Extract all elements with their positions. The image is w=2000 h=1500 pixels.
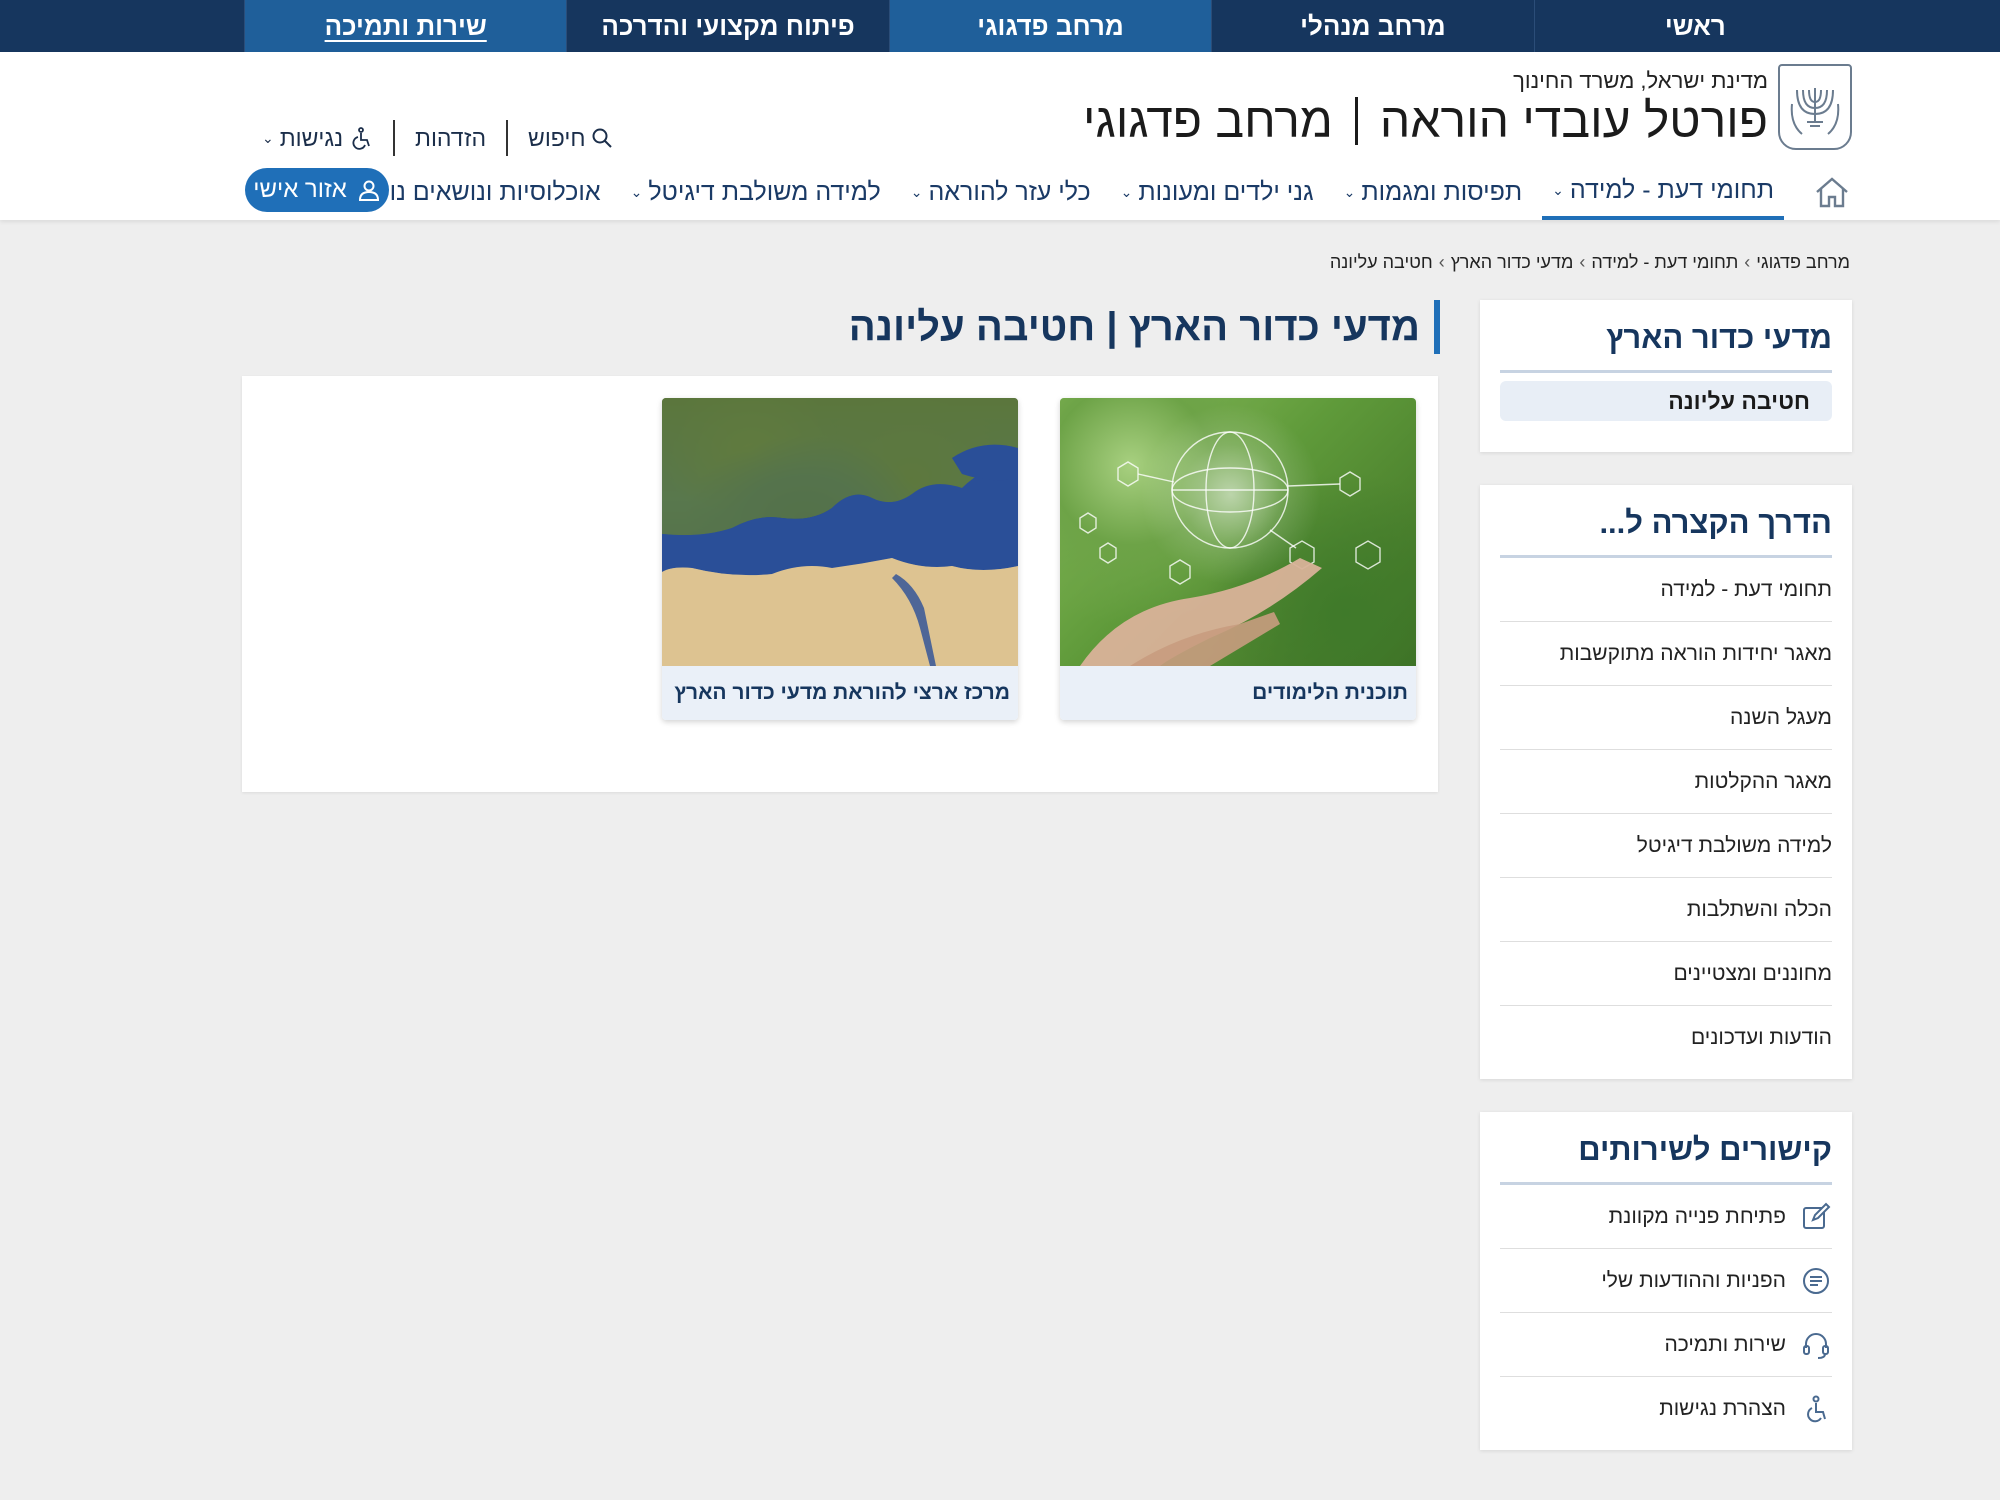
- portal-title[interactable]: פורטל עובדי הוראה מרחב פדגוגי: [1083, 94, 1768, 149]
- shortcut-link[interactable]: למידה משולבת דיגיטל: [1500, 814, 1832, 878]
- top-bar: ראשי מרחב מנהלי מרחב פדגוגי פיתוח מקצועי…: [0, 0, 2000, 52]
- nav-perceptions-trends[interactable]: תפיסות ומגמות ⌄: [1334, 164, 1533, 220]
- hands-globe-image: [1060, 398, 1416, 666]
- shortcut-link[interactable]: מעגל השנה: [1500, 686, 1832, 750]
- service-link-my-requests[interactable]: הפניות וההודעות שלי: [1500, 1249, 1832, 1313]
- service-link-accessibility-statement[interactable]: הצהרת נגישות: [1500, 1377, 1832, 1441]
- accessibility-menu[interactable]: נגישות ⌄: [242, 120, 396, 156]
- chevron-left-icon: ›: [1744, 252, 1751, 272]
- breadcrumb-item[interactable]: תחומי דעת - למידה: [1591, 252, 1738, 273]
- nav-teaching-tools[interactable]: כלי עזר להוראה ⌄: [901, 164, 1101, 220]
- utility-links: חיפוש הזדהות נגישות ⌄: [242, 118, 633, 158]
- breadcrumb-item[interactable]: מרחב פדגוגי: [1756, 252, 1850, 273]
- tile-national-center[interactable]: מרכז ארצי להוראת מדעי כדור הארץ: [662, 398, 1018, 720]
- user-icon: [358, 180, 379, 201]
- chevron-left-icon: ›: [1438, 252, 1445, 272]
- personal-area-button[interactable]: אזור אישי: [245, 168, 389, 212]
- title-separator: [1354, 97, 1358, 145]
- tile-caption: תוכנית הלימודים: [1060, 666, 1416, 720]
- tile-curriculum[interactable]: תוכנית הלימודים: [1060, 398, 1416, 720]
- chevron-down-icon: ⌄: [1343, 183, 1356, 200]
- tab-professional-development[interactable]: פיתוח מקצועי והדרכה: [566, 0, 889, 52]
- section-nav-card: מדעי כדור הארץ חטיבה עליונה: [1480, 300, 1852, 452]
- nav-fields-of-knowledge[interactable]: תחומי דעת - למידה ⌄: [1542, 164, 1784, 220]
- home-icon[interactable]: [1812, 172, 1852, 212]
- chevron-down-icon: ⌄: [630, 183, 643, 200]
- tab-service-support[interactable]: שירות ותמיכה: [243, 0, 567, 52]
- content-panel: תוכנית הלימודים מרכז ארצי להוראת מדעי כד…: [242, 376, 1438, 792]
- tab-home[interactable]: ראשי: [1533, 0, 1856, 52]
- page-title: מדעי כדור הארץ | חטיבה עליונה: [849, 300, 1440, 354]
- login-button[interactable]: הזדהות: [395, 120, 509, 156]
- shortcuts-card: הדרך הקצרה ל... תחומי דעת - למידה מאגר י…: [1480, 485, 1852, 1079]
- chevron-down-icon: ⌄: [1552, 181, 1564, 198]
- service-link-open-request[interactable]: פתיחת פנייה מקוונת: [1500, 1185, 1832, 1249]
- main-navigation: תחומי דעת - למידה ⌄ תפיסות ומגמות ⌄ גני יל…: [298, 164, 1852, 220]
- ministry-name: מדינת ישראל, משרד החינוך: [1513, 68, 1768, 93]
- portal-section: מרחב פדגוגי: [1083, 95, 1333, 148]
- chevron-down-icon: ⌄: [1120, 183, 1133, 200]
- services-title: קישורים לשירותים: [1500, 1132, 1832, 1185]
- shortcut-link[interactable]: מאגר ההקלטות: [1500, 750, 1832, 814]
- breadcrumb-current: חטיבה עליונה: [1329, 252, 1433, 272]
- top-tabs: ראשי מרחב מנהלי מרחב פדגוגי פיתוח מקצועי…: [243, 0, 1856, 52]
- shortcut-link[interactable]: הודעות ועדכונים: [1500, 1006, 1832, 1070]
- shortcut-link[interactable]: מאגר יחידות הוראה מתוקשבות: [1500, 622, 1832, 686]
- breadcrumb-item[interactable]: מדעי כדור הארץ: [1451, 252, 1574, 273]
- state-emblem-icon[interactable]: [1778, 64, 1852, 150]
- search-button[interactable]: חיפוש: [508, 120, 633, 156]
- tab-admin-space[interactable]: מרחב מנהלי: [1211, 0, 1534, 52]
- chevron-down-icon: ⌄: [262, 129, 274, 146]
- search-icon: [592, 128, 613, 148]
- section-nav-active-item[interactable]: חטיבה עליונה: [1500, 381, 1832, 421]
- tab-pedagogic-space[interactable]: מרחב פדגוגי: [888, 0, 1212, 52]
- chevron-down-icon: ⌄: [910, 183, 923, 200]
- satellite-map-image: [662, 398, 1018, 666]
- wheelchair-icon: [352, 127, 370, 150]
- shortcut-link[interactable]: תחומי דעת - למידה: [1500, 558, 1832, 622]
- chat-icon: [1800, 1265, 1832, 1297]
- services-card: קישורים לשירותים פתיחת פנייה מקוונת הפני…: [1480, 1112, 1852, 1450]
- chevron-left-icon: ›: [1579, 252, 1586, 272]
- service-link-support[interactable]: שירות ותמיכה: [1500, 1313, 1832, 1377]
- breadcrumb: מרחב פדגוגי › תחומי דעת - למידה › מדעי כ…: [1330, 252, 1850, 273]
- edit-icon: [1800, 1201, 1832, 1233]
- nav-kindergartens[interactable]: גני ילדים ומעונות ⌄: [1111, 164, 1324, 220]
- portal-name: פורטל עובדי הוראה: [1379, 95, 1768, 148]
- tile-caption: מרכז ארצי להוראת מדעי כדור הארץ: [662, 666, 1018, 720]
- shortcut-link[interactable]: הכלה והשתלבות: [1500, 878, 1832, 942]
- wheelchair-icon: [1800, 1393, 1832, 1425]
- shortcut-link[interactable]: מחוננים ומצטיינים: [1500, 942, 1832, 1006]
- nav-digital-learning[interactable]: למידה משולבת דיגיטל ⌄: [621, 164, 891, 220]
- shortcuts-title: הדרך הקצרה ל...: [1500, 505, 1832, 558]
- section-nav-title[interactable]: מדעי כדור הארץ: [1500, 320, 1832, 373]
- headset-icon: [1800, 1329, 1832, 1361]
